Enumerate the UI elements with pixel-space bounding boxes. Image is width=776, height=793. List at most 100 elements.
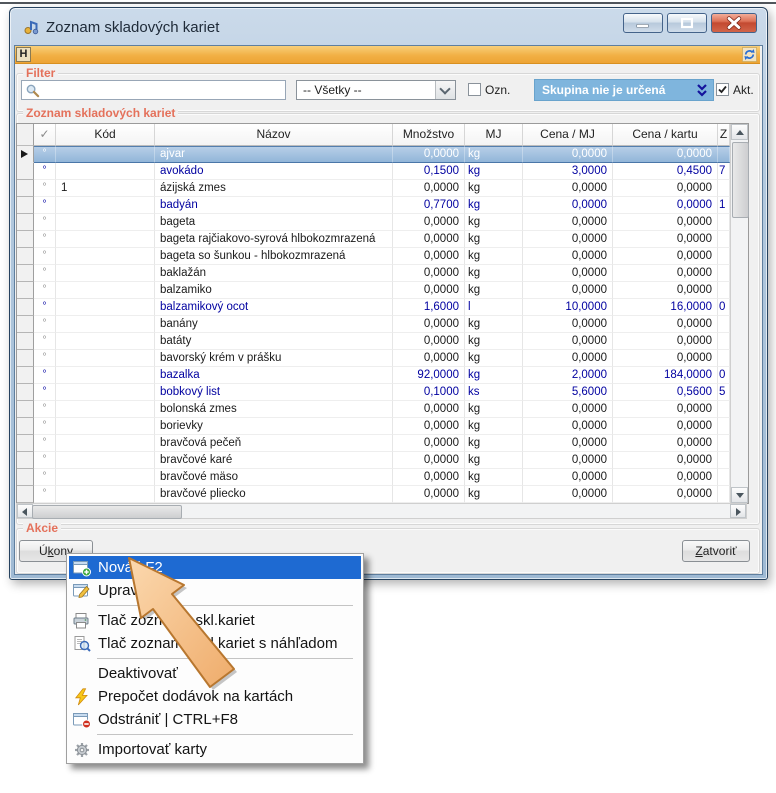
cell-kod	[56, 418, 155, 435]
row-marker: °	[34, 367, 56, 384]
cell-kod	[56, 384, 155, 401]
table-row[interactable]: °bravčová pečeň0,0000kg0,00000,0000	[17, 435, 748, 452]
table-row[interactable]: °bobkový list0,1000ks5,60000,56005	[17, 384, 748, 401]
cell-mj: kg	[465, 435, 523, 452]
row-selector[interactable]	[17, 146, 34, 163]
row-selector[interactable]	[17, 316, 34, 333]
column-header-7[interactable]: Cena / kartu	[613, 124, 718, 146]
row-selector[interactable]	[17, 384, 34, 401]
cell-mj: kg	[465, 265, 523, 282]
client-area: H Filter -- Všetky --	[14, 45, 763, 575]
table-row[interactable]: °bolonská zmes0,0000kg0,00000,0000	[17, 401, 748, 418]
table-row[interactable]: °bravčové pliecko0,0000kg0,00000,0000	[17, 486, 748, 503]
column-header-5[interactable]: MJ	[465, 124, 523, 146]
table-row[interactable]: °balzamiko0,0000kg0,00000,0000	[17, 282, 748, 299]
row-selector[interactable]	[17, 180, 34, 197]
cell-kod	[56, 401, 155, 418]
row-selector[interactable]	[17, 469, 34, 486]
table-row[interactable]: °1ázijská zmes0,0000kg0,00000,0000	[17, 180, 748, 197]
menu-item-odstranit[interactable]: Odstrániť | CTRL+F8	[69, 708, 361, 731]
column-header-2[interactable]: Kód	[56, 124, 155, 146]
row-selector[interactable]	[17, 401, 34, 418]
table-row[interactable]: °bravčové mäso0,0000kg0,00000,0000	[17, 469, 748, 486]
cell-z	[718, 282, 730, 299]
cell-mj: kg	[465, 248, 523, 265]
table-row[interactable]: °banány0,0000kg0,00000,0000	[17, 316, 748, 333]
search-input[interactable]	[43, 82, 285, 100]
table-row[interactable]: °baklažán0,0000kg0,00000,0000	[17, 265, 748, 282]
table-row[interactable]: °avokádo0,1500kg3,00000,45007	[17, 163, 748, 180]
table-row[interactable]: °bageta0,0000kg0,00000,0000	[17, 214, 748, 231]
row-marker: °	[34, 197, 56, 214]
table-row[interactable]: °batáty0,0000kg0,00000,0000	[17, 333, 748, 350]
row-selector[interactable]	[17, 282, 34, 299]
cell-mnozstvo: 0,0000	[393, 248, 465, 265]
row-selector[interactable]	[17, 163, 34, 180]
row-selector[interactable]	[17, 333, 34, 350]
refresh-icon[interactable]	[742, 47, 757, 62]
scroll-right-button[interactable]	[730, 504, 746, 518]
column-header-4[interactable]: Množstvo	[393, 124, 465, 146]
close-button[interactable]	[711, 13, 757, 33]
table-row[interactable]: °bravčové karé0,0000kg0,00000,0000	[17, 452, 748, 469]
column-header-3[interactable]: Názov	[155, 124, 393, 146]
table-row[interactable]: °ajvar0,0000kg0,00000,0000	[17, 146, 748, 163]
zatvorit-button[interactable]: Zatvoriť	[682, 540, 750, 562]
chevron-down-icon	[439, 83, 450, 94]
row-selector[interactable]	[17, 486, 34, 503]
row-selector[interactable]	[17, 418, 34, 435]
table-row[interactable]: °bageta rajčiakovo-syrová hlbokozmrazená…	[17, 231, 748, 248]
row-selector[interactable]	[17, 452, 34, 469]
scroll-up-button[interactable]	[731, 124, 748, 140]
row-selector[interactable]	[17, 435, 34, 452]
ozn-checkbox[interactable]	[468, 83, 481, 96]
horizontal-scrollbar[interactable]	[16, 503, 747, 519]
table-row[interactable]: °bazalka92,0000kg2,0000184,00000	[17, 367, 748, 384]
vertical-scroll-thumb[interactable]	[732, 142, 749, 218]
row-selector[interactable]	[17, 265, 34, 282]
row-selector[interactable]	[17, 231, 34, 248]
grid-group-label: Zoznam skladových kariet	[23, 106, 178, 120]
cell-mj: kg	[465, 197, 523, 214]
row-selector[interactable]	[17, 367, 34, 384]
cell-cena-mj: 0,0000	[523, 265, 613, 282]
cell-nazov: baklažán	[155, 265, 393, 282]
double-chevron-down-icon	[696, 84, 708, 98]
maximize-button[interactable]	[667, 13, 707, 33]
category-combobox[interactable]: -- Všetky --	[296, 80, 456, 100]
akt-checkbox[interactable]	[716, 83, 729, 96]
menu-item-importovat[interactable]: Importovať karty	[69, 738, 361, 761]
h-tab[interactable]: H	[16, 47, 31, 62]
filter-group-label: Filter	[23, 66, 58, 80]
combobox-dropdown-button[interactable]	[435, 81, 455, 99]
akt-checkbox-label: Akt.	[733, 83, 754, 97]
row-selector[interactable]	[17, 197, 34, 214]
row-selector[interactable]	[17, 350, 34, 367]
cell-nazov: balzamikový ocot	[155, 299, 393, 316]
minimize-button[interactable]	[623, 13, 663, 33]
vertical-scrollbar[interactable]	[730, 124, 748, 503]
horizontal-scroll-thumb[interactable]	[32, 505, 182, 519]
cell-kod	[56, 333, 155, 350]
column-header-0[interactable]	[17, 124, 34, 146]
cell-mj: kg	[465, 452, 523, 469]
cell-cena-mj: 0,0000	[523, 350, 613, 367]
row-marker: °	[34, 282, 56, 299]
table-row[interactable]: °borievky0,0000kg0,00000,0000	[17, 418, 748, 435]
table-row[interactable]: °badyán0,7700kg0,00000,00001	[17, 197, 748, 214]
row-selector[interactable]	[17, 214, 34, 231]
table-row[interactable]: °bageta so šunkou - hlbokozmrazená0,0000…	[17, 248, 748, 265]
row-selector[interactable]	[17, 248, 34, 265]
column-header-6[interactable]: Cena / MJ	[523, 124, 613, 146]
row-selector[interactable]	[17, 299, 34, 316]
cell-mj: kg	[465, 401, 523, 418]
column-header-1[interactable]: ✓	[34, 124, 56, 146]
scroll-left-button[interactable]	[17, 504, 33, 518]
table-row[interactable]: °balzamikový ocot1,6000l10,000016,00000	[17, 299, 748, 316]
column-header-8[interactable]: Z	[718, 124, 730, 146]
scroll-down-button[interactable]	[731, 487, 748, 503]
cell-cena-mj: 0,0000	[523, 180, 613, 197]
screen-top-edge	[0, 2, 776, 4]
table-row[interactable]: °bavorský krém v prášku0,0000kg0,00000,0…	[17, 350, 748, 367]
group-selector-field[interactable]: Skupina nie je určená	[534, 79, 714, 101]
